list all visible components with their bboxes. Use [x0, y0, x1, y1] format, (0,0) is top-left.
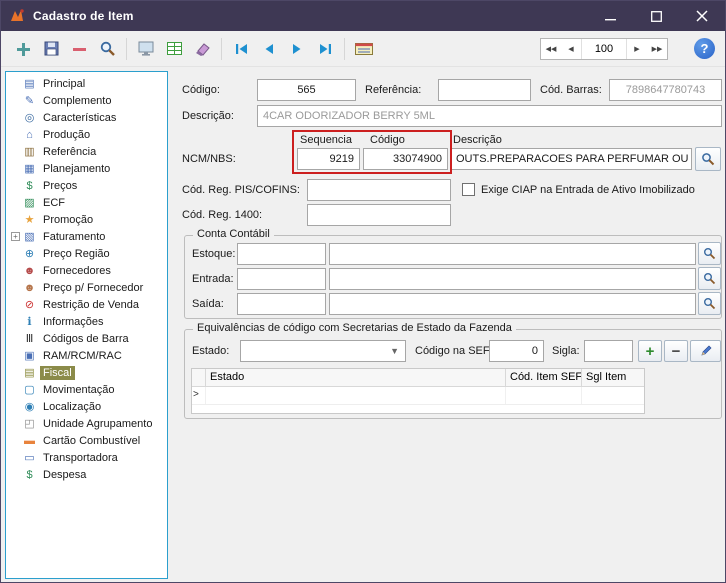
sgl-item-column-header: Sgl Item	[582, 369, 642, 386]
sequencia-header: Sequencia	[300, 134, 352, 146]
ncm-sequencia-field[interactable]	[297, 148, 360, 170]
main-form: Código: Referência: Cód. Barras: Descriç…	[1, 1, 725, 582]
pis-cofins-label: Cód. Reg. PIS/COFINS:	[182, 179, 300, 201]
codigo-label: Código:	[182, 79, 220, 101]
edit-equivalencia-button[interactable]	[690, 340, 721, 362]
plus-icon: +	[646, 343, 655, 360]
ciap-checkbox-label: Exige CIAP na Entrada de Ativo Imobiliza…	[481, 179, 695, 201]
cod-item-sef-cell	[506, 387, 582, 404]
reg-1400-label: Cód. Reg. 1400:	[182, 204, 262, 226]
cod-item-sef-column-header: Cód. Item SEF	[506, 369, 582, 386]
reg-1400-field[interactable]	[307, 204, 451, 226]
sef-table-header: Estado Cód. Item SEF Sgl Item	[192, 369, 644, 387]
pencil-icon	[699, 344, 713, 358]
estado-cell	[206, 387, 506, 404]
estado-select[interactable]: ▼	[240, 340, 406, 362]
conta-contabil-title: Conta Contábil	[193, 228, 274, 240]
add-equivalencia-button[interactable]: +	[638, 340, 662, 362]
ncm-codigo-field[interactable]	[363, 148, 448, 170]
estoque-desc-field[interactable]	[329, 243, 696, 265]
estoque-code-field[interactable]	[237, 243, 326, 265]
codigo-field[interactable]	[257, 79, 356, 101]
row-marker: >	[192, 387, 206, 404]
estoque-search-button[interactable]	[698, 242, 721, 265]
estoque-label: Estoque:	[192, 243, 235, 265]
saida-search-button[interactable]	[698, 292, 721, 315]
minus-icon: −	[672, 343, 681, 360]
saida-desc-field[interactable]	[329, 293, 696, 315]
magnifier-icon	[701, 152, 715, 166]
ncm-search-button[interactable]	[695, 147, 721, 171]
cod-barras-field[interactable]	[609, 79, 722, 101]
entrada-label: Entrada:	[192, 268, 234, 290]
entrada-code-field[interactable]	[237, 268, 326, 290]
codigo-header: Código	[370, 134, 405, 146]
descricao-label: Descrição:	[182, 105, 234, 127]
entrada-search-button[interactable]	[698, 267, 721, 290]
magnifier-icon	[703, 297, 716, 310]
ncm-nbs-label: NCM/NBS:	[182, 148, 236, 170]
equivalencias-title: Equivalências de código com Secretarias …	[193, 322, 516, 334]
table-row[interactable]: >	[192, 387, 644, 405]
saida-label: Saída:	[192, 293, 224, 315]
estado-column-header: Estado	[206, 369, 506, 386]
entrada-desc-field[interactable]	[329, 268, 696, 290]
magnifier-icon	[703, 247, 716, 260]
codigo-sef-label: Código na SEF:	[415, 340, 493, 362]
cod-barras-label: Cód. Barras:	[540, 79, 602, 101]
sigla-label: Sigla:	[552, 340, 580, 362]
referencia-label: Referência:	[365, 79, 421, 101]
referencia-field[interactable]	[438, 79, 531, 101]
pis-cofins-field[interactable]	[307, 179, 451, 201]
codigo-sef-field[interactable]	[489, 340, 544, 362]
sigla-field[interactable]	[584, 340, 633, 362]
cadastro-de-item-window: Cadastro de Item	[0, 0, 726, 583]
saida-code-field[interactable]	[237, 293, 326, 315]
descricao-field[interactable]	[257, 105, 722, 127]
remove-equivalencia-button[interactable]: −	[664, 340, 688, 362]
sef-table: Estado Cód. Item SEF Sgl Item >	[191, 368, 645, 414]
ciap-checkbox[interactable]	[462, 183, 475, 196]
ncm-descricao-field[interactable]: OUTS.PREPARACOES PARA PERFUMAR OU D	[450, 148, 692, 170]
magnifier-icon	[703, 272, 716, 285]
chevron-down-icon: ▼	[390, 346, 399, 356]
sgl-item-cell	[582, 387, 642, 404]
descricao-header: Descrição	[453, 134, 502, 146]
marker-column-header	[192, 369, 206, 386]
estado-label: Estado:	[192, 340, 229, 362]
